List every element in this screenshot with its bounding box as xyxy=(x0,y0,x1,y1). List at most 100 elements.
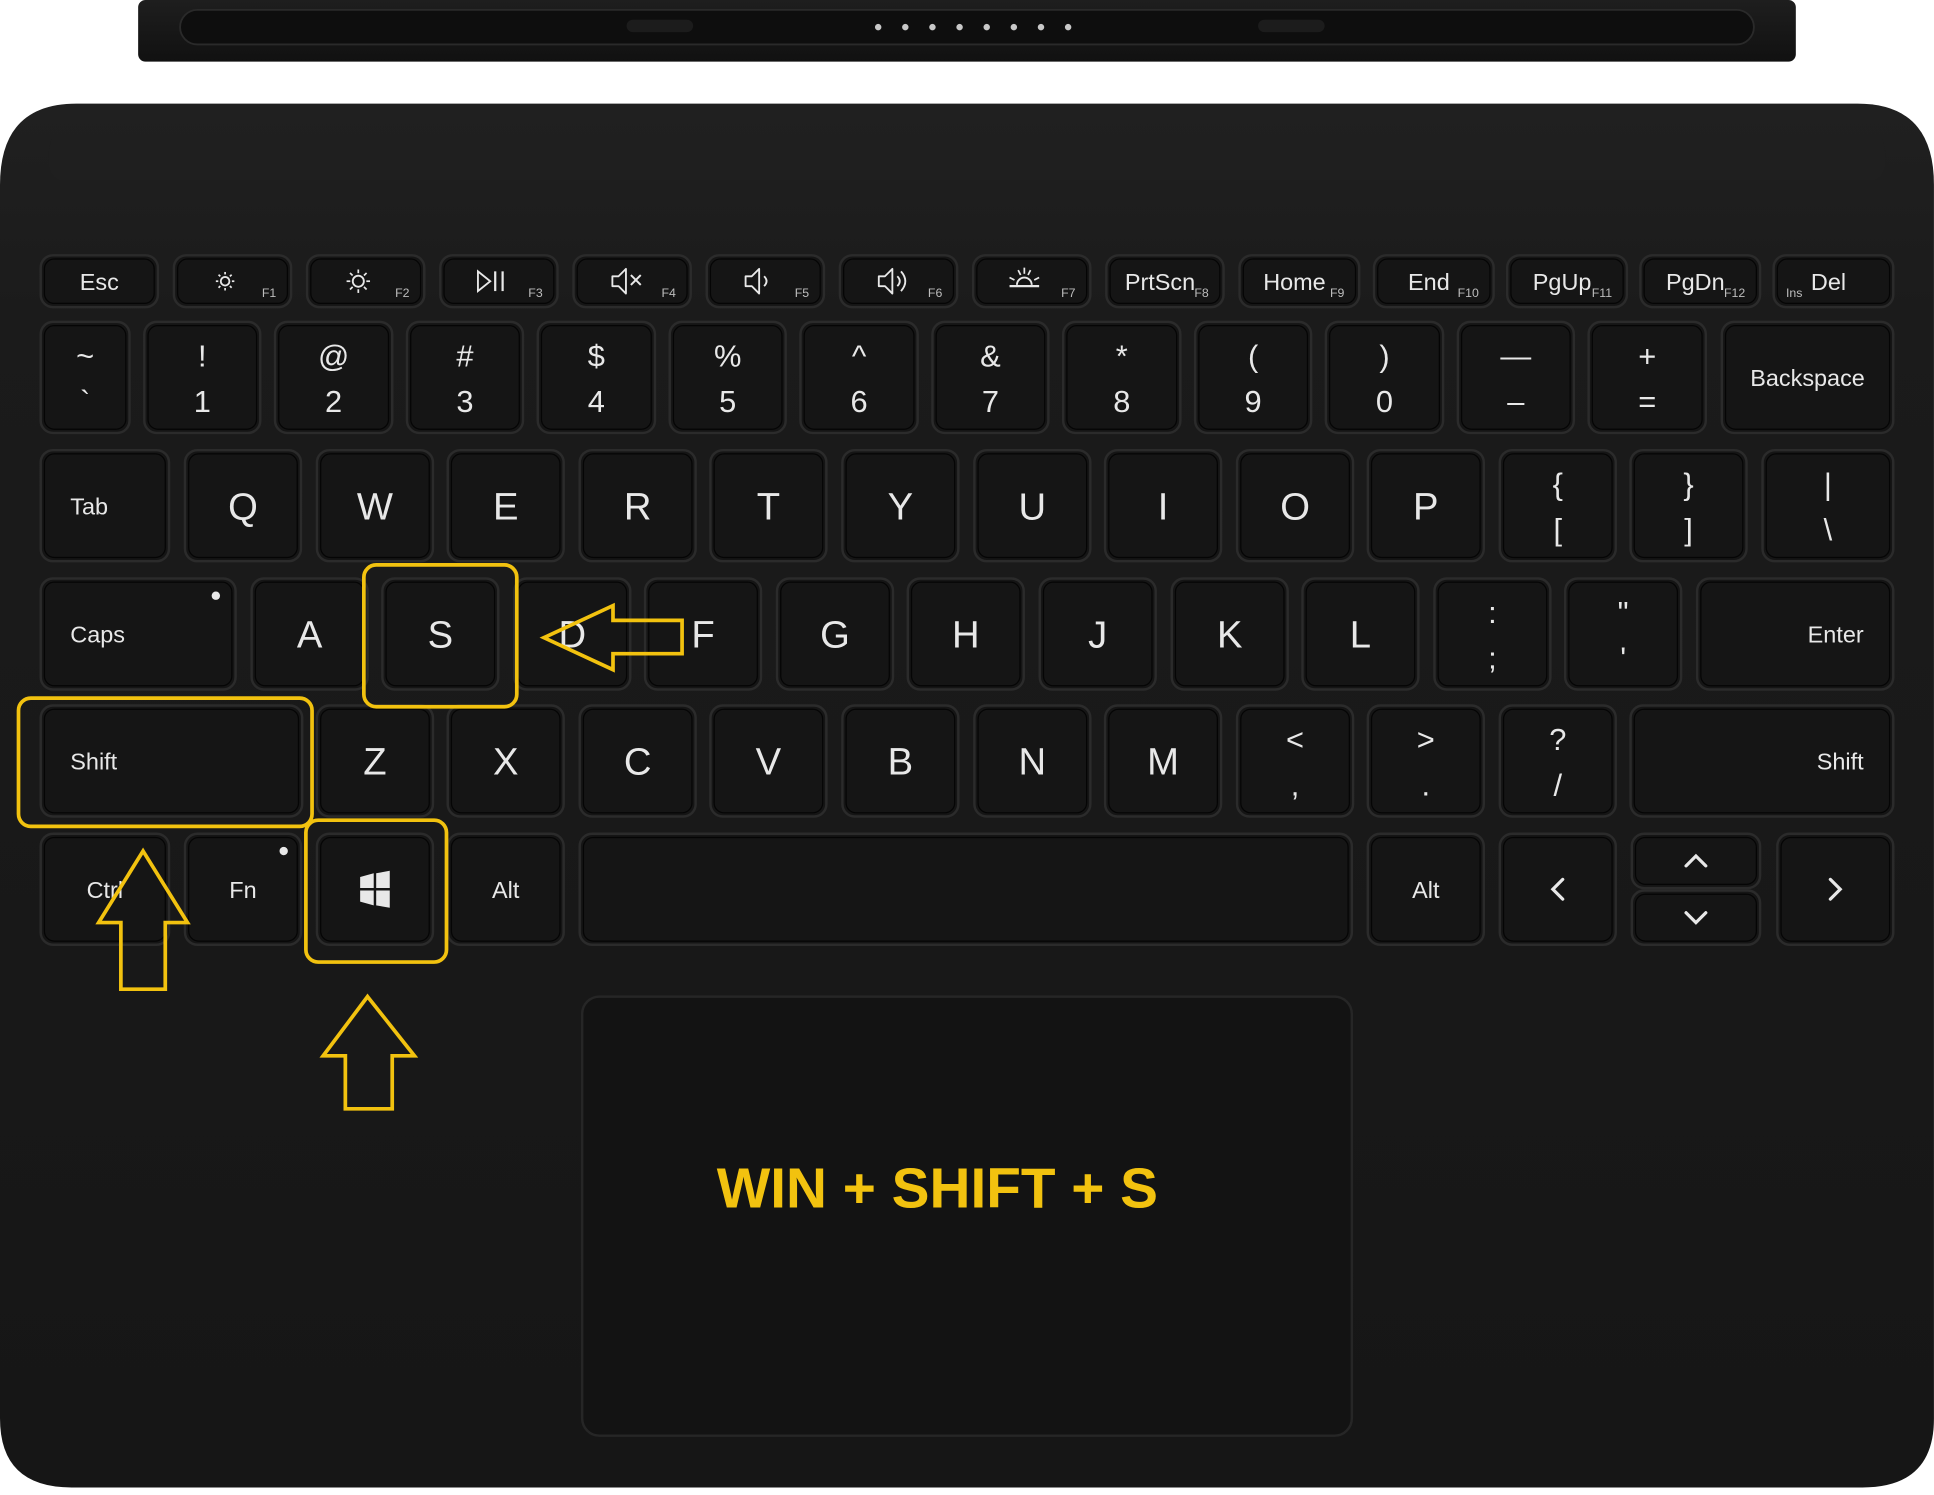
key-bracket-close[interactable]: }] xyxy=(1629,448,1748,563)
key-semicolon[interactable]: :; xyxy=(1433,577,1552,691)
key-f6[interactable]: F6 xyxy=(838,254,959,309)
key-sublabel: F1 xyxy=(262,286,277,300)
key-t[interactable]: T xyxy=(709,448,828,563)
key-h[interactable]: H xyxy=(906,577,1025,691)
key-fn[interactable]: Fn xyxy=(183,832,303,947)
key-5[interactable]: %5 xyxy=(668,320,787,435)
key-base-symbol: 4 xyxy=(588,384,605,419)
key-comma[interactable]: <, xyxy=(1235,704,1355,818)
key-shift-symbol: $ xyxy=(588,338,605,373)
key-f4[interactable]: F4 xyxy=(572,254,692,309)
key-arrow-up[interactable] xyxy=(1630,832,1762,890)
key-shift-symbol: ) xyxy=(1379,338,1389,373)
key-w[interactable]: W xyxy=(315,448,435,563)
key-2[interactable]: @2 xyxy=(273,320,394,435)
key-label: Z xyxy=(363,741,386,784)
key-f11[interactable]: PgUp F11 xyxy=(1505,254,1629,309)
key-esc[interactable]: Esc xyxy=(39,254,160,309)
key-l[interactable]: L xyxy=(1301,577,1420,691)
key-arrow-down[interactable] xyxy=(1630,889,1762,947)
key-bracket-open[interactable]: {[ xyxy=(1498,448,1617,563)
key-v[interactable]: V xyxy=(709,704,828,818)
key-8[interactable]: *8 xyxy=(1061,320,1182,435)
key-f3[interactable]: F3 xyxy=(439,254,559,309)
key-label: Tab xyxy=(70,493,108,519)
key-n[interactable]: N xyxy=(973,704,1092,818)
key-9[interactable]: (9 xyxy=(1193,320,1313,435)
key-arrow-left[interactable] xyxy=(1498,832,1617,947)
key-windows[interactable] xyxy=(315,832,435,947)
key-sublabel: F6 xyxy=(928,286,943,300)
key-f1[interactable]: F1 xyxy=(172,254,293,309)
key-backtick[interactable]: ~` xyxy=(39,320,131,435)
key-0[interactable]: )0 xyxy=(1324,320,1445,435)
key-space[interactable] xyxy=(578,832,1354,947)
key-base-symbol: ` xyxy=(80,384,90,419)
key-d[interactable]: D xyxy=(513,577,632,691)
key-enter[interactable]: Enter xyxy=(1695,577,1895,691)
key-b[interactable]: B xyxy=(841,704,960,818)
key-sublabel: F3 xyxy=(528,286,543,300)
key-i[interactable]: I xyxy=(1103,448,1223,563)
key-tab[interactable]: Tab xyxy=(39,448,171,563)
key-e[interactable]: E xyxy=(446,448,565,563)
key-sublabel: F12 xyxy=(1724,286,1745,300)
key-shift-symbol: > xyxy=(1417,722,1435,757)
key-alt-right[interactable]: Alt xyxy=(1366,832,1486,947)
key-f9[interactable]: Home F9 xyxy=(1238,254,1361,309)
key-f10[interactable]: End F10 xyxy=(1372,254,1495,309)
key-base-symbol: – xyxy=(1507,384,1525,419)
keyboard-hinge xyxy=(138,0,1796,62)
key-f5[interactable]: F5 xyxy=(705,254,826,309)
key-period[interactable]: >. xyxy=(1366,704,1486,818)
key-label: F xyxy=(691,614,714,657)
key-z[interactable]: Z xyxy=(315,704,435,818)
key-alt-left[interactable]: Alt xyxy=(446,832,565,947)
key-y[interactable]: Y xyxy=(841,448,960,563)
key-shift-left[interactable]: Shift xyxy=(39,704,304,818)
key-arrow-right[interactable] xyxy=(1776,832,1895,947)
key-caps[interactable]: Caps xyxy=(39,577,237,691)
key-7[interactable]: &7 xyxy=(931,320,1050,435)
key-a[interactable]: A xyxy=(250,577,369,691)
key-o[interactable]: O xyxy=(1235,448,1355,563)
key-backslash[interactable]: |\ xyxy=(1761,448,1895,563)
key-shift-symbol: : xyxy=(1488,595,1497,630)
key-shift-symbol: ! xyxy=(198,338,207,373)
key-label: Fn xyxy=(229,877,256,903)
key-6[interactable]: ^6 xyxy=(799,320,919,435)
key-q[interactable]: Q xyxy=(183,448,303,563)
key-s[interactable]: S xyxy=(381,577,500,691)
key-sublabel: F10 xyxy=(1458,286,1479,300)
key-g[interactable]: G xyxy=(775,577,895,691)
key-p[interactable]: P xyxy=(1366,448,1486,563)
key-k[interactable]: K xyxy=(1170,577,1289,691)
key-ctrl[interactable]: Ctrl xyxy=(39,832,171,947)
key-equals[interactable]: += xyxy=(1587,320,1708,435)
key-shift-right[interactable]: Shift xyxy=(1629,704,1895,818)
key-3[interactable]: #3 xyxy=(405,320,525,435)
key-backspace[interactable]: Backspace xyxy=(1720,320,1895,435)
key-u[interactable]: U xyxy=(973,448,1092,563)
key-f7[interactable]: F7 xyxy=(971,254,1092,309)
key-1[interactable]: !1 xyxy=(143,320,262,435)
key-r[interactable]: R xyxy=(578,448,697,563)
key-minus[interactable]: —– xyxy=(1456,320,1576,435)
key-ins[interactable]: Del Ins xyxy=(1772,254,1895,309)
key-f8[interactable]: PrtScn F8 xyxy=(1105,254,1225,309)
key-sublabel: F4 xyxy=(662,286,677,300)
key-apostrophe[interactable]: "' xyxy=(1563,577,1683,691)
key-4[interactable]: $4 xyxy=(536,320,657,435)
key-shift-symbol: { xyxy=(1553,467,1563,502)
key-j[interactable]: J xyxy=(1038,577,1157,691)
key-f2[interactable]: F2 xyxy=(305,254,426,309)
key-slash[interactable]: ?/ xyxy=(1498,704,1617,818)
key-f12[interactable]: PgDn F12 xyxy=(1639,254,1762,309)
key-sublabel: F11 xyxy=(1592,286,1612,300)
key-label: Home xyxy=(1263,269,1325,295)
key-c[interactable]: C xyxy=(578,704,697,818)
key-shift-symbol: " xyxy=(1618,595,1629,630)
key-f[interactable]: F xyxy=(643,577,763,691)
key-m[interactable]: M xyxy=(1103,704,1223,818)
key-x[interactable]: X xyxy=(446,704,565,818)
